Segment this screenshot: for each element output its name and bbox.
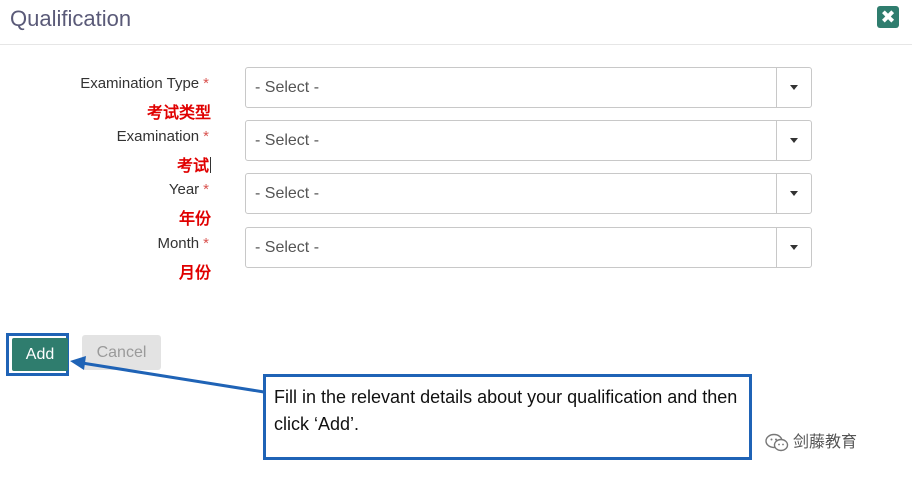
examination-type-select[interactable]: - Select -	[245, 67, 812, 108]
year-select[interactable]: - Select -	[245, 173, 812, 214]
examination-select[interactable]: - Select -	[245, 120, 812, 161]
select-value: - Select -	[255, 185, 320, 202]
field-row-examination: Examination * 考试 - Select -	[0, 120, 912, 175]
add-button[interactable]: Add	[12, 338, 68, 371]
text-cursor	[210, 157, 211, 173]
wechat-icon	[765, 433, 789, 451]
month-select[interactable]: - Select -	[245, 227, 812, 268]
chevron-down-icon[interactable]	[776, 121, 811, 160]
required-mark: *	[203, 75, 209, 92]
field-row-year: Year * 年份 - Select -	[0, 173, 912, 228]
watermark-text: 剑藤教育	[793, 432, 858, 451]
dialog-title: Qualification	[10, 6, 132, 31]
field-label: Month *	[157, 235, 209, 252]
field-label: Year *	[168, 181, 209, 198]
cancel-button[interactable]: Cancel	[82, 335, 161, 370]
field-label: Examination Type *	[80, 75, 209, 92]
required-mark: *	[203, 128, 209, 145]
instruction-text: Fill in the relevant details about your …	[274, 387, 738, 434]
instruction-callout: Fill in the relevant details about your …	[263, 374, 752, 460]
field-translation: 年份	[178, 209, 211, 228]
chevron-down-icon[interactable]	[776, 228, 811, 267]
chevron-down-icon[interactable]	[776, 174, 811, 213]
dialog-header: Qualification ✖	[0, 0, 912, 45]
required-mark: *	[203, 181, 209, 198]
chevron-down-icon[interactable]	[776, 68, 811, 107]
required-mark: *	[203, 235, 209, 252]
field-row-examination-type: Examination Type * 考试类型 - Select -	[0, 67, 912, 122]
field-row-month: Month * 月份 - Select -	[0, 227, 912, 282]
field-label: Examination *	[116, 128, 209, 145]
field-translation: 月份	[178, 263, 211, 282]
select-value: - Select -	[255, 239, 320, 256]
select-value: - Select -	[255, 79, 320, 96]
close-icon[interactable]: ✖	[877, 6, 899, 28]
select-value: - Select -	[255, 132, 320, 149]
watermark: 剑藤教育	[765, 428, 857, 452]
